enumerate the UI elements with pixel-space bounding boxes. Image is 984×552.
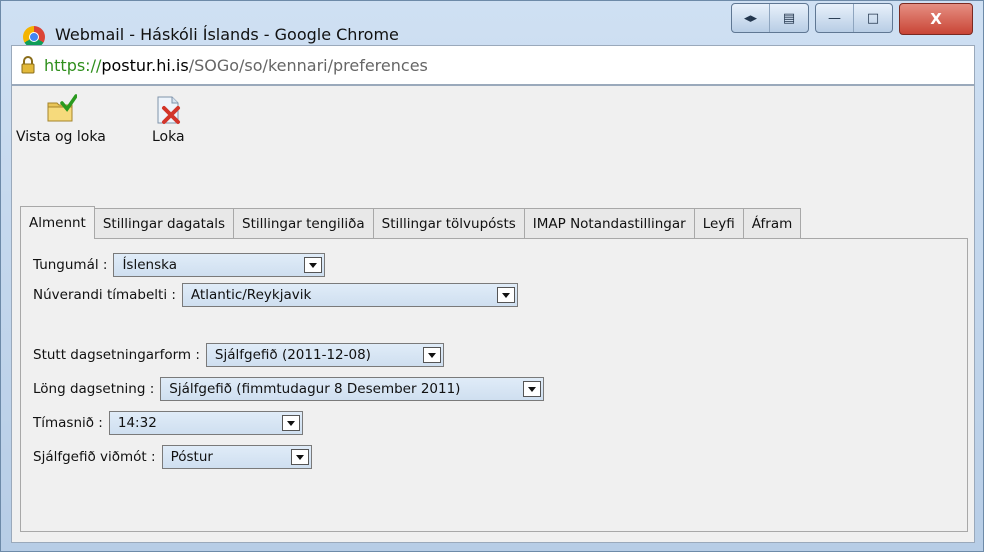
- close-button[interactable]: Loka: [152, 94, 185, 145]
- save-and-close-button[interactable]: Vista og loka: [16, 94, 106, 145]
- extra-controls: ◂▸ ▤: [731, 3, 809, 33]
- close-window-button[interactable]: X: [899, 3, 973, 35]
- short-date-label: Stutt dagsetningarform :: [33, 347, 200, 363]
- time-format-value: 14:32: [117, 415, 157, 431]
- chevron-down-icon: [281, 415, 300, 431]
- maximize-button[interactable]: □: [854, 4, 892, 32]
- timezone-select[interactable]: Atlantic/Reykjavik: [181, 283, 518, 307]
- timezone-row: Núverandi tímabelti : Atlantic/Reykjavik: [33, 283, 518, 307]
- language-select[interactable]: Íslenska: [113, 253, 326, 277]
- tab-mail-settings[interactable]: Stillingar tölvupósts: [372, 208, 525, 239]
- tab-general[interactable]: Almennt: [20, 206, 95, 239]
- tab-forward[interactable]: Áfram: [742, 208, 802, 239]
- tab-contact-settings[interactable]: Stillingar tengiliða: [233, 208, 374, 239]
- window-controls: ◂▸ ▤ — □ X: [731, 3, 973, 35]
- toolbar: Vista og loka Loka: [12, 86, 974, 166]
- address-bar[interactable]: https://postur.hi.is/SOGo/so/kennari/pre…: [11, 45, 975, 85]
- timezone-value: Atlantic/Reykjavik: [190, 287, 312, 303]
- short-date-row: Stutt dagsetningarform : Sjálfgefið (201…: [33, 343, 444, 367]
- tab-permissions[interactable]: Leyfi: [693, 208, 744, 239]
- preferences-tabs: Almennt Stillingar dagatals Stillingar t…: [20, 206, 802, 239]
- size-controls: — □: [815, 3, 893, 33]
- default-module-value: Póstur: [170, 449, 213, 465]
- url-text: https://postur.hi.is/SOGo/so/kennari/pre…: [44, 56, 428, 75]
- tab-imap-settings[interactable]: IMAP Notandastillingar: [523, 208, 695, 239]
- long-date-row: Löng dagsetning : Sjálfgefið (fimmtudagu…: [33, 377, 545, 401]
- time-format-row: Tímasnið : 14:32: [33, 411, 303, 435]
- chevron-down-icon: [290, 449, 309, 465]
- lock-icon: [21, 56, 35, 74]
- url-host: postur.hi.is: [101, 56, 189, 75]
- folder-save-icon: [47, 94, 77, 122]
- title-bar: Webmail - Háskóli Íslands - Google Chrom…: [1, 1, 983, 48]
- save-and-close-label: Vista og loka: [16, 129, 106, 145]
- default-module-row: Sjálfgefið viðmót : Póstur: [33, 445, 312, 469]
- page-icon[interactable]: ▤: [770, 4, 808, 32]
- general-settings-panel: Tungumál : Íslenska Núverandi tímabelti …: [20, 238, 968, 532]
- close-label: Loka: [152, 129, 185, 145]
- page-content: Vista og loka Loka Almennt Stillingar da…: [11, 85, 975, 543]
- time-format-select[interactable]: 14:32: [108, 411, 303, 435]
- chevron-down-icon: [304, 257, 323, 273]
- time-format-label: Tímasnið :: [33, 415, 103, 431]
- short-date-value: Sjálfgefið (2011-12-08): [214, 347, 371, 363]
- browser-window: Webmail - Háskóli Íslands - Google Chrom…: [0, 0, 984, 552]
- short-date-select[interactable]: Sjálfgefið (2011-12-08): [205, 343, 444, 367]
- long-date-value: Sjálfgefið (fimmtudagur 8 Desember 2011): [169, 381, 461, 397]
- default-module-label: Sjálfgefið viðmót :: [33, 449, 156, 465]
- url-path: /SOGo/so/kennari/preferences: [188, 56, 428, 75]
- timezone-label: Núverandi tímabelti :: [33, 287, 176, 303]
- language-row: Tungumál : Íslenska: [33, 253, 326, 277]
- close-document-icon: [157, 96, 181, 124]
- window-title: Webmail - Háskóli Íslands - Google Chrom…: [55, 25, 399, 44]
- url-scheme: https://: [44, 56, 102, 75]
- default-module-select[interactable]: Póstur: [161, 445, 312, 469]
- chevron-down-icon: [496, 287, 515, 303]
- code-icon[interactable]: ◂▸: [732, 4, 770, 32]
- long-date-select[interactable]: Sjálfgefið (fimmtudagur 8 Desember 2011): [160, 377, 545, 401]
- language-label: Tungumál :: [33, 257, 108, 273]
- language-value: Íslenska: [122, 257, 177, 273]
- tab-calendar-settings[interactable]: Stillingar dagatals: [93, 208, 234, 239]
- long-date-label: Löng dagsetning :: [33, 381, 155, 397]
- chevron-down-icon: [422, 347, 441, 363]
- chevron-down-icon: [523, 381, 542, 397]
- minimize-button[interactable]: —: [816, 4, 854, 32]
